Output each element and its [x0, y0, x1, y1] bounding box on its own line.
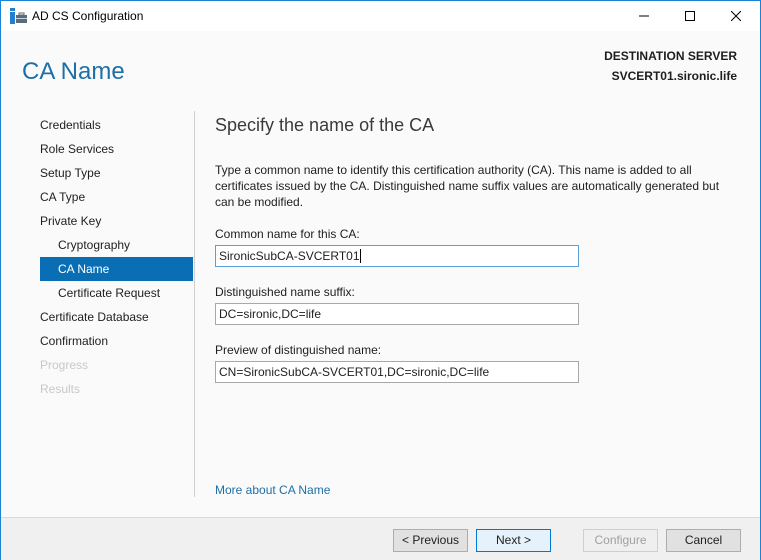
nav-item-results: Results	[40, 382, 81, 396]
close-icon	[731, 11, 741, 21]
minimize-icon	[639, 15, 649, 17]
minimize-button[interactable]	[621, 1, 667, 31]
configure-button: Configure	[583, 529, 658, 552]
destination-server-name: SVCERT01.sironic.life	[611, 69, 737, 83]
previous-button[interactable]: < Previous	[393, 529, 468, 552]
section-title: Specify the name of the CA	[215, 115, 435, 135]
cancel-button[interactable]: Cancel	[666, 529, 741, 552]
nav-item-ca-name[interactable]: CA Name	[40, 257, 193, 281]
maximize-button[interactable]	[667, 1, 713, 31]
name-fields-group: Common name for this CA: SironicSubCA-SV…	[215, 227, 585, 397]
page-title: CA Name	[22, 58, 125, 85]
nav-item-private-key[interactable]: Private Key	[40, 209, 193, 233]
dn-preview-label: Preview of distinguished name:	[215, 343, 382, 357]
server-manager-app-icon	[10, 8, 27, 24]
common-name-input[interactable]: SironicSubCA-SVCERT01	[215, 245, 579, 267]
more-about-ca-name-link[interactable]: More about CA Name	[215, 483, 330, 497]
maximize-icon	[685, 11, 695, 21]
nav-item-ca-type[interactable]: CA Type	[40, 185, 193, 209]
nav-item-cryptography[interactable]: Cryptography	[40, 233, 193, 257]
content-pane: Specify the name of the CA Type a common…	[215, 113, 745, 210]
nav-item-credentials[interactable]: Credentials	[40, 113, 193, 137]
wizard-navigation: Credentials Role Services Setup Type CA …	[40, 113, 193, 401]
text-caret	[359, 249, 361, 263]
window-title: AD CS Configuration	[32, 9, 144, 23]
common-name-value: SironicSubCA-SVCERT01	[219, 249, 360, 263]
dn-suffix-label: Distinguished name suffix:	[215, 285, 355, 299]
title-bar: AD CS Configuration	[1, 1, 760, 31]
wizard-footer: < Previous Next > Configure Cancel	[1, 517, 760, 560]
dn-preview-field[interactable]: CN=SironicSubCA-SVCERT01,DC=sironic,DC=l…	[215, 361, 579, 383]
nav-item-setup-type[interactable]: Setup Type	[40, 161, 193, 185]
nav-divider	[194, 111, 195, 497]
next-button[interactable]: Next >	[476, 529, 551, 552]
nav-item-role-services[interactable]: Role Services	[40, 137, 193, 161]
destination-server-label: DESTINATION SERVER	[604, 49, 737, 63]
ad-cs-configuration-window: AD CS Configuration CA Name DESTINATION …	[0, 0, 761, 560]
nav-item-progress: Progress	[40, 358, 89, 372]
common-name-label: Common name for this CA:	[215, 227, 360, 241]
nav-item-certificate-database[interactable]: Certificate Database	[40, 305, 193, 329]
nav-item-confirmation[interactable]: Confirmation	[40, 329, 193, 353]
page-header: CA Name DESTINATION SERVER SVCERT01.siro…	[1, 31, 760, 101]
dn-suffix-input[interactable]: DC=sironic,DC=life	[215, 303, 579, 325]
nav-item-certificate-request[interactable]: Certificate Request	[40, 281, 193, 305]
close-button[interactable]	[713, 1, 759, 31]
description-text: Type a common name to identify this cert…	[215, 163, 720, 209]
